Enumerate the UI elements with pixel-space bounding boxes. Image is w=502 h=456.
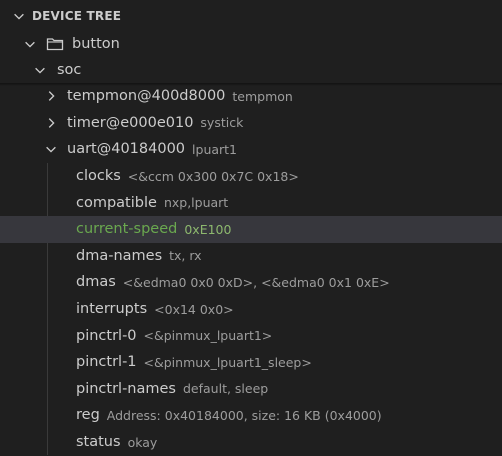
device-tree-panel: DEVICE TREE button soc tempmon@400d8000 … bbox=[0, 0, 502, 456]
property-name: pinctrl-1 bbox=[76, 354, 137, 371]
section-title: DEVICE TREE bbox=[32, 8, 122, 23]
property-value: nxp,lpuart bbox=[163, 195, 229, 211]
tree-item-soc[interactable]: soc bbox=[0, 56, 502, 83]
tree-item-property[interactable]: reg Address: 0x40184000, size: 16 KB (0x… bbox=[0, 402, 502, 429]
tree-item-label: tempmon@400d8000 bbox=[67, 88, 226, 105]
property-value: default, sleep bbox=[182, 381, 269, 397]
chevron-down-icon bbox=[14, 13, 24, 20]
chevron-down-icon[interactable] bbox=[22, 36, 38, 52]
tree-item-property[interactable]: interrupts <0x14 0x0> bbox=[0, 296, 502, 323]
chevron-down-icon[interactable] bbox=[32, 62, 48, 78]
tree-item-property[interactable]: status okay bbox=[0, 429, 502, 456]
tree-item-label: button bbox=[72, 35, 120, 52]
chevron-right-icon[interactable] bbox=[43, 88, 59, 104]
tree-item-property[interactable]: dmas <&edma0 0x0 0xD>, <&edma0 0x1 0xE> bbox=[0, 269, 502, 296]
folder-icon bbox=[46, 37, 64, 50]
property-name: status bbox=[76, 434, 121, 451]
tree-item-property[interactable]: pinctrl-1 <&pinmux_lpuart1_sleep> bbox=[0, 349, 502, 376]
property-value: tx, rx bbox=[169, 248, 202, 264]
property-name: dmas bbox=[76, 274, 116, 291]
property-value: <&pinmux_lpuart1> bbox=[143, 328, 273, 344]
property-value: <&ccm 0x300 0x7C 0x18> bbox=[127, 168, 299, 184]
property-name: interrupts bbox=[76, 301, 148, 318]
tree-item-property[interactable]: pinctrl-0 <&pinmux_lpuart1> bbox=[0, 322, 502, 349]
property-list: clocks <&ccm 0x300 0x7C 0x18> compatible… bbox=[0, 162, 502, 456]
tree-item-property[interactable]: current-speed 0xE100 bbox=[0, 215, 502, 243]
tree-item-root[interactable]: button bbox=[0, 31, 502, 56]
tree-item-label: timer@e000e010 bbox=[67, 114, 194, 131]
tree-item-description: lpuart1 bbox=[192, 141, 238, 157]
property-value: <0x14 0x0> bbox=[154, 301, 234, 317]
property-value: <&pinmux_lpuart1_sleep> bbox=[143, 354, 312, 370]
property-value: okay bbox=[127, 434, 158, 450]
tree-item-node[interactable]: timer@e000e010 systick bbox=[0, 110, 502, 137]
chevron-down-icon[interactable] bbox=[43, 141, 59, 157]
property-value: Address: 0x40184000, size: 16 KB (0x4000… bbox=[106, 407, 382, 423]
tree-item-node[interactable]: tempmon@400d8000 tempmon bbox=[0, 83, 502, 110]
property-name: clocks bbox=[76, 168, 121, 185]
section-header[interactable]: DEVICE TREE bbox=[0, 0, 502, 31]
tree-item-property[interactable]: compatible nxp,lpuart bbox=[0, 189, 502, 216]
property-name: dma-names bbox=[76, 247, 163, 264]
tree-item-property[interactable]: pinctrl-names default, sleep bbox=[0, 376, 502, 403]
tree-item-label: soc bbox=[57, 61, 82, 78]
tree-item-node[interactable]: uart@40184000 lpuart1 bbox=[0, 136, 502, 163]
tree-item-property[interactable]: dma-names tx, rx bbox=[0, 243, 502, 270]
tree-item-label: uart@40184000 bbox=[67, 141, 186, 158]
property-name: pinctrl-names bbox=[76, 380, 176, 397]
property-name: reg bbox=[76, 407, 100, 424]
tree-view: button soc tempmon@400d8000 tempmon time… bbox=[0, 31, 502, 456]
tree-item-property[interactable]: clocks <&ccm 0x300 0x7C 0x18> bbox=[0, 163, 502, 190]
tree-item-description: tempmon bbox=[232, 88, 293, 104]
property-name: pinctrl-0 bbox=[76, 327, 137, 344]
tree-item-description: systick bbox=[200, 115, 244, 131]
property-name: current-speed bbox=[76, 221, 178, 238]
property-name: compatible bbox=[76, 194, 157, 211]
property-value: 0xE100 bbox=[184, 221, 232, 237]
chevron-right-icon[interactable] bbox=[43, 115, 59, 131]
property-value: <&edma0 0x0 0xD>, <&edma0 0x1 0xE> bbox=[122, 274, 390, 290]
